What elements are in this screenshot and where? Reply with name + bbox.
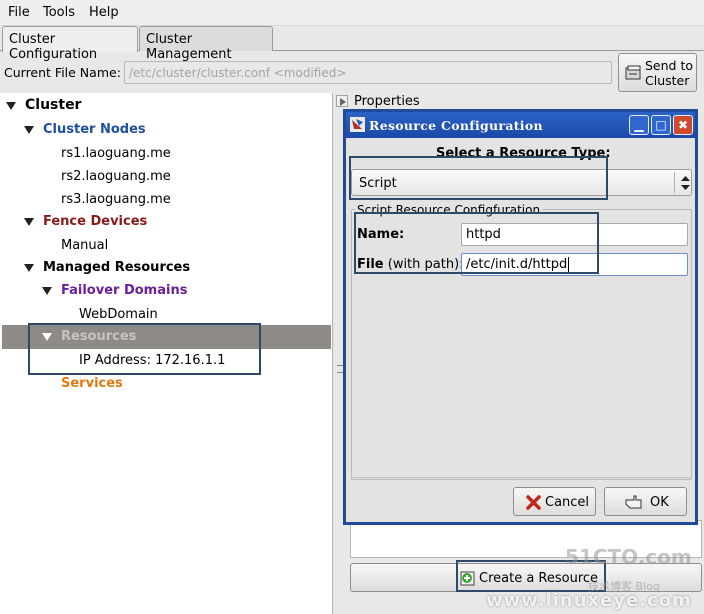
tree-fence-manual[interactable]: Manual	[61, 238, 108, 253]
send-label-line1: Send to	[645, 58, 694, 73]
button-separator	[352, 477, 692, 478]
tab-cluster-management[interactable]: Cluster Management	[139, 26, 273, 62]
spinner-arrows-icon	[681, 176, 690, 190]
cancel-button[interactable]: Cancel	[513, 487, 596, 516]
tree-node-rs3[interactable]: rs3.laoguang.me	[61, 192, 171, 207]
expander-fence-devices-icon[interactable]	[24, 218, 34, 226]
ok-button[interactable]: OK	[604, 487, 687, 516]
tab-cluster-configuration[interactable]: Cluster Configuration	[2, 26, 138, 62]
expander-managed-resources-icon[interactable]	[24, 264, 34, 272]
tree-cluster-nodes[interactable]: Cluster Nodes	[43, 122, 146, 137]
tree-cluster[interactable]: Cluster	[25, 97, 81, 113]
watermark-linuxeye: www.linuxeye.com	[486, 590, 692, 611]
minimize-icon[interactable]: ▁	[629, 115, 649, 135]
tree-managed-resources[interactable]: Managed Resources	[43, 260, 190, 275]
tree-services[interactable]: Services	[61, 376, 123, 391]
properties-label: Properties	[354, 94, 420, 109]
menu-help[interactable]: Help	[89, 5, 119, 20]
tree-node-rs1[interactable]: rs1.laoguang.me	[61, 146, 171, 161]
menu-tools[interactable]: Tools	[43, 5, 75, 20]
menubar: File Tools Help	[0, 0, 704, 26]
tree-node-rs2[interactable]: rs2.laoguang.me	[61, 169, 171, 184]
current-file-label: Current File Name:	[4, 65, 121, 80]
watermark-51cto: 51CTO.com	[565, 545, 692, 569]
tab-strip: Cluster Configuration Cluster Management	[0, 26, 704, 62]
send-label-line2: Cluster	[645, 73, 690, 88]
annotation-box-fields	[354, 212, 599, 274]
tree-fence-devices[interactable]: Fence Devices	[43, 214, 147, 229]
send-to-cluster-button[interactable]: Send to Cluster	[618, 53, 697, 92]
close-icon[interactable]: ✖	[673, 115, 693, 135]
cancel-x-icon	[526, 495, 541, 510]
app-icon	[350, 117, 365, 132]
select-divider	[674, 172, 675, 193]
expander-cluster-icon[interactable]	[6, 102, 16, 110]
tree-failover-domains[interactable]: Failover Domains	[61, 283, 187, 298]
send-cluster-icon	[625, 65, 641, 80]
annotation-box-select-type	[349, 156, 608, 200]
properties-expander[interactable]	[336, 95, 348, 107]
ok-label: OK	[650, 495, 669, 510]
dialog-titlebar[interactable]: Resource Configuration ▁ □ ✖	[346, 112, 695, 138]
tree-webdomain[interactable]: WebDomain	[79, 307, 158, 322]
maximize-icon[interactable]: □	[651, 115, 671, 135]
ok-hand-icon	[625, 495, 642, 509]
menu-file[interactable]: File	[8, 5, 30, 20]
current-file-input[interactable]: /etc/cluster/cluster.conf <modified>	[124, 61, 612, 84]
annotation-box-resources	[28, 323, 261, 375]
expander-failover-domains-icon[interactable]	[42, 287, 52, 295]
cancel-label: Cancel	[545, 495, 590, 510]
expander-cluster-nodes-icon[interactable]	[24, 126, 34, 134]
dialog-title: Resource Configuration	[369, 118, 543, 133]
